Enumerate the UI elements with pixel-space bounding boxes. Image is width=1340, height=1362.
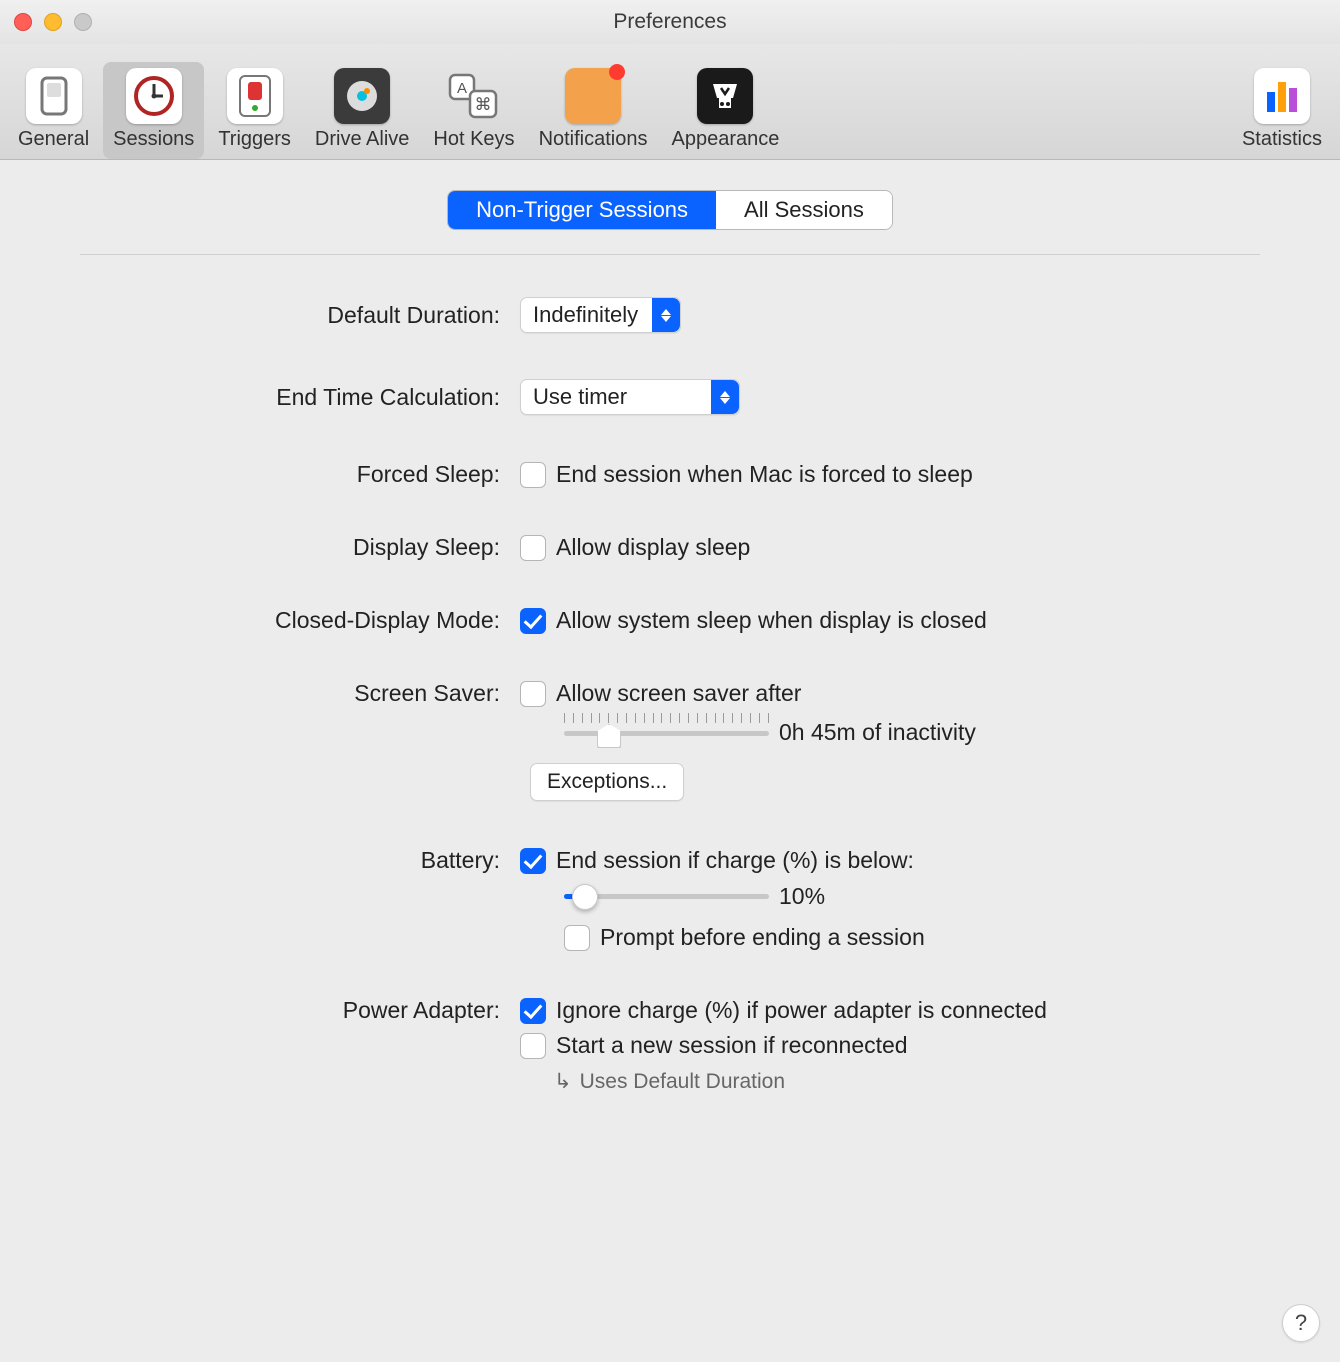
battery-threshold-text: 10% (779, 883, 825, 910)
label-default-duration: Default Duration: (80, 296, 500, 335)
end-time-calc-popup[interactable]: Use timer (520, 379, 740, 415)
window-controls (14, 13, 92, 31)
label-end-time-calc: End Time Calculation: (80, 378, 500, 417)
notification-icon (565, 68, 621, 124)
uses-default-duration-note: ↳ Uses Default Duration (554, 1069, 785, 1094)
closed-display-checkbox[interactable] (520, 608, 546, 634)
popup-value: Use timer (533, 384, 697, 410)
battery-end-session-checkbox[interactable] (520, 848, 546, 874)
label-forced-sleep: Forced Sleep: (80, 455, 500, 494)
toolbar-item-general[interactable]: General (8, 62, 99, 159)
popup-stepper-icon (711, 380, 739, 414)
svg-text:⌘: ⌘ (474, 95, 491, 114)
toolbar-label: Hot Keys (433, 128, 514, 151)
return-arrow-icon: ↳ (554, 1069, 572, 1094)
hotkeys-icon: A ⌘ (446, 68, 502, 124)
default-duration-popup[interactable]: Indefinitely (520, 297, 681, 333)
display-sleep-checkbox[interactable] (520, 535, 546, 561)
divider (80, 254, 1260, 255)
label-display-sleep: Display Sleep: (80, 528, 500, 567)
svg-text:A: A (457, 80, 467, 97)
power-adapter-ignore-checkbox[interactable] (520, 998, 546, 1024)
battery-prompt-label: Prompt before ending a session (600, 924, 925, 951)
toolbar-item-appearance[interactable]: Appearance (662, 62, 790, 159)
screen-saver-checkbox[interactable] (520, 681, 546, 707)
label-closed-display: Closed-Display Mode: (80, 601, 500, 640)
forced-sleep-checkbox[interactable] (520, 462, 546, 488)
help-button[interactable]: ? (1282, 1304, 1320, 1342)
label-power-adapter: Power Adapter: (80, 991, 500, 1030)
toolbar-label: General (18, 128, 89, 151)
toolbar-label: Appearance (672, 128, 780, 151)
window-title: Preferences (613, 10, 726, 34)
popup-stepper-icon (652, 298, 680, 332)
screen-saver-exceptions-button[interactable]: Exceptions... (530, 763, 684, 801)
content-pane: Non-Trigger Sessions All Sessions Defaul… (0, 160, 1340, 1140)
battery-threshold-slider[interactable] (564, 880, 769, 912)
segment-non-trigger[interactable]: Non-Trigger Sessions (448, 191, 716, 229)
segment-all-sessions[interactable]: All Sessions (716, 191, 892, 229)
power-adapter-new-session-label: Start a new session if reconnected (556, 1032, 908, 1059)
switch-icon (26, 68, 82, 124)
power-adapter-ignore-label: Ignore charge (%) if power adapter is co… (556, 997, 1047, 1024)
battery-prompt-checkbox[interactable] (564, 925, 590, 951)
popup-value: Indefinitely (533, 302, 638, 328)
toolbar-label: Statistics (1242, 128, 1322, 151)
screen-saver-slider[interactable] (564, 713, 769, 751)
screen-saver-value-text: 0h 45m of inactivity (779, 719, 976, 746)
closed-display-checkbox-label: Allow system sleep when display is close… (556, 607, 987, 634)
switch-toggle-icon (227, 68, 283, 124)
appearance-icon (697, 68, 753, 124)
toolbar-item-notifications[interactable]: Notifications (529, 62, 658, 159)
toolbar-label: Triggers (218, 128, 291, 151)
zoom-window-button[interactable] (74, 13, 92, 31)
toolbar-item-triggers[interactable]: Triggers (208, 62, 301, 159)
titlebar: Preferences (0, 0, 1340, 44)
forced-sleep-checkbox-label: End session when Mac is forced to sleep (556, 461, 973, 488)
toolbar-item-drive-alive[interactable]: Drive Alive (305, 62, 419, 159)
close-window-button[interactable] (14, 13, 32, 31)
label-screen-saver: Screen Saver: (80, 674, 500, 713)
drive-icon (334, 68, 390, 124)
minimize-window-button[interactable] (44, 13, 62, 31)
battery-end-session-label: End session if charge (%) is below: (556, 847, 914, 874)
preferences-toolbar: General Sessions Triggers Drive Alive A … (0, 44, 1340, 160)
screen-saver-checkbox-label: Allow screen saver after (556, 680, 801, 707)
statistics-icon (1254, 68, 1310, 124)
clock-icon (126, 68, 182, 124)
toolbar-label: Drive Alive (315, 128, 409, 151)
toolbar-item-statistics[interactable]: Statistics (1232, 62, 1332, 159)
toolbar-item-hot-keys[interactable]: A ⌘ Hot Keys (423, 62, 524, 159)
label-battery: Battery: (80, 841, 500, 880)
session-scope-segmented: Non-Trigger Sessions All Sessions (447, 190, 893, 230)
toolbar-label: Notifications (539, 128, 648, 151)
display-sleep-checkbox-label: Allow display sleep (556, 534, 750, 561)
toolbar-item-sessions[interactable]: Sessions (103, 62, 204, 159)
toolbar-label: Sessions (113, 128, 194, 151)
power-adapter-new-session-checkbox[interactable] (520, 1033, 546, 1059)
uses-default-duration-text: Uses Default Duration (580, 1070, 785, 1094)
